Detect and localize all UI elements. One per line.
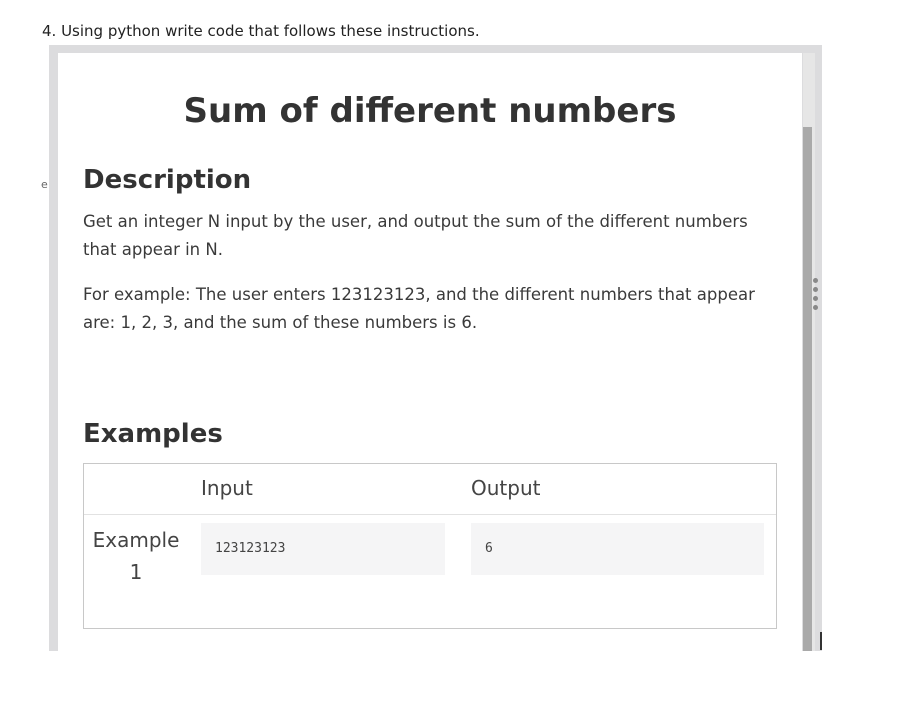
examples-heading: Examples <box>83 419 223 449</box>
output-column-header: Output <box>471 476 541 500</box>
description-heading: Description <box>83 165 252 195</box>
example-input-value: 123123123 <box>201 523 445 575</box>
example-explanation-paragraph: For example: The user enters 123123123, … <box>83 285 755 332</box>
examples-table-header: Input Output <box>84 464 776 515</box>
description-paragraph: Get an integer N input by the user, and … <box>83 212 748 259</box>
scrollbar-thumb[interactable] <box>803 127 812 651</box>
problem-card: Sum of different numbers Description Get… <box>58 53 802 651</box>
problem-title: Sum of different numbers <box>183 91 677 131</box>
problem-screenshot-frame: Sum of different numbers Description Get… <box>49 45 822 651</box>
example-label: Example 1 <box>92 528 180 584</box>
more-options-icon[interactable] <box>813 278 819 310</box>
vertical-scrollbar[interactable] <box>803 53 815 651</box>
example-output-value: 6 <box>471 523 764 575</box>
examples-table: Input Output Example 1 123123123 6 <box>83 463 777 629</box>
stray-text-fragment: e <box>41 178 48 191</box>
question-prompt: 4. Using python write code that follows … <box>42 22 480 40</box>
input-column-header: Input <box>201 476 253 500</box>
frame-edge-marker <box>820 632 822 650</box>
